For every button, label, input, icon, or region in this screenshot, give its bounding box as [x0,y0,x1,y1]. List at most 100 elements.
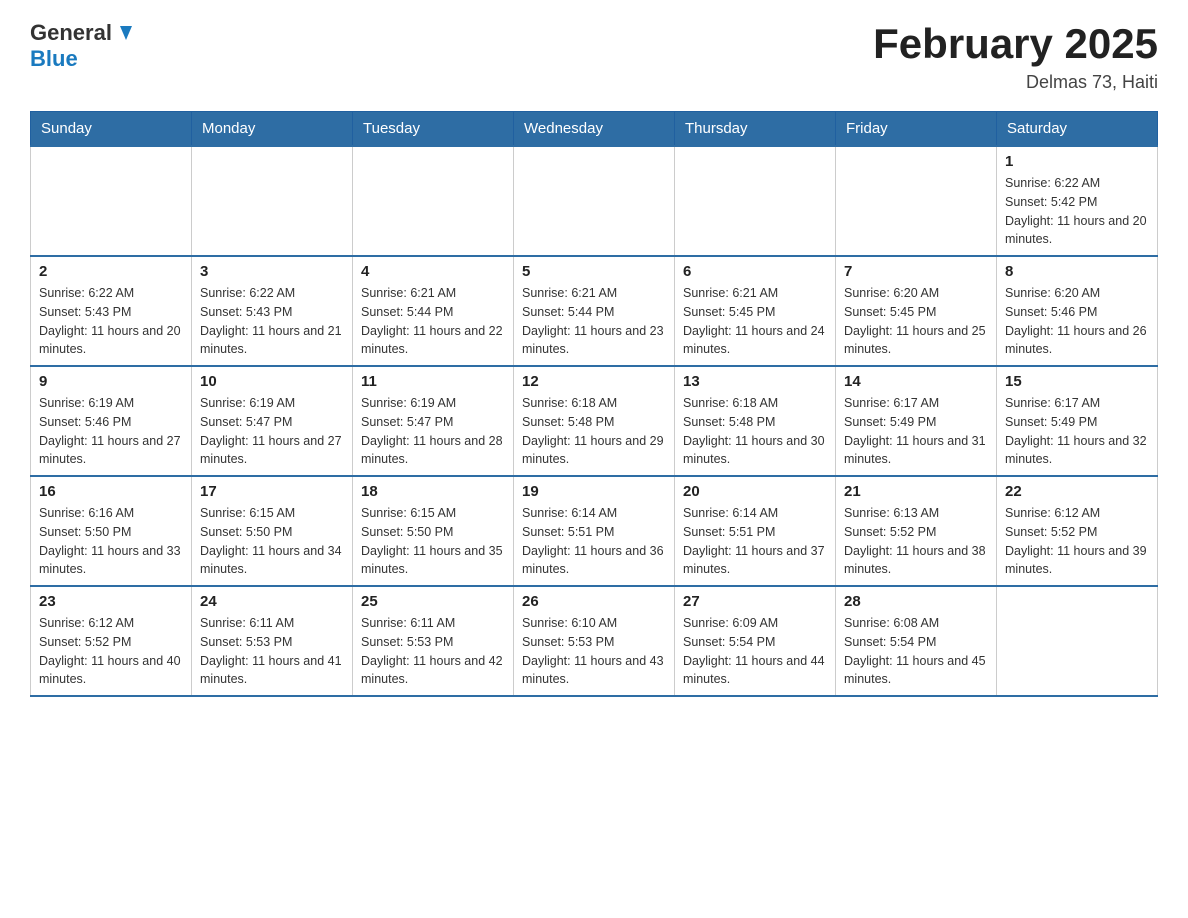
calendar-day-cell: 11 Sunrise: 6:19 AM Sunset: 5:47 PM Dayli… [353,366,514,476]
calendar-day-cell: 27 Sunrise: 6:09 AM Sunset: 5:54 PM Dayli… [675,586,836,696]
day-info: Sunrise: 6:14 AM Sunset: 5:51 PM Dayligh… [522,504,666,579]
day-info: Sunrise: 6:11 AM Sunset: 5:53 PM Dayligh… [361,614,505,689]
calendar-day-cell: 2Sunrise: 6:22 AM Sunset: 5:43 PM Daylig… [31,256,192,366]
day-of-week-header: Thursday [675,112,836,147]
calendar-day-cell: 3 Sunrise: 6:22 AM Sunset: 5:43 PM Daylig… [192,256,353,366]
calendar-day-cell [31,146,192,256]
day-info: Sunrise: 6:20 AM Sunset: 5:45 PM Dayligh… [844,284,988,359]
day-number: 6 [683,263,827,280]
day-info: Sunrise: 6:19 AM Sunset: 5:46 PM Dayligh… [39,394,183,469]
calendar-day-cell: 23 Sunrise: 6:12 AM Sunset: 5:52 PM Dayli… [31,586,192,696]
day-info: Sunrise: 6:20 AM Sunset: 5:46 PM Dayligh… [1005,284,1149,359]
day-of-week-header: Monday [192,112,353,147]
calendar-day-cell: 19 Sunrise: 6:14 AM Sunset: 5:51 PM Dayli… [514,476,675,586]
day-number: 1 [1005,153,1149,170]
day-info: Sunrise: 6:12 AM Sunset: 5:52 PM Dayligh… [39,614,183,689]
calendar-header-row: SundayMondayTuesdayWednesdayThursdayFrid… [31,112,1158,147]
calendar-day-cell: 14 Sunrise: 6:17 AM Sunset: 5:49 PM Dayli… [836,366,997,476]
logo-triangle-icon [114,22,136,44]
calendar-day-cell: 9 Sunrise: 6:19 AM Sunset: 5:46 PM Daylig… [31,366,192,476]
page-header: General Blue February 2025 Delmas 73, Ha… [30,20,1158,93]
calendar-day-cell: 26 Sunrise: 6:10 AM Sunset: 5:53 PM Dayli… [514,586,675,696]
day-number: 27 [683,593,827,610]
calendar-day-cell: 17 Sunrise: 6:15 AM Sunset: 5:50 PM Dayli… [192,476,353,586]
day-info: Sunrise: 6:12 AM Sunset: 5:52 PM Dayligh… [1005,504,1149,579]
day-number: 28 [844,593,988,610]
calendar-day-cell: 8 Sunrise: 6:20 AM Sunset: 5:46 PM Daylig… [997,256,1158,366]
calendar-day-cell: 21 Sunrise: 6:13 AM Sunset: 5:52 PM Dayli… [836,476,997,586]
day-info: Sunrise: 6:19 AM Sunset: 5:47 PM Dayligh… [361,394,505,469]
day-of-week-header: Sunday [31,112,192,147]
day-info: Sunrise: 6:18 AM Sunset: 5:48 PM Dayligh… [522,394,666,469]
logo: General Blue [30,20,136,72]
calendar-day-cell [997,586,1158,696]
day-info: Sunrise: 6:10 AM Sunset: 5:53 PM Dayligh… [522,614,666,689]
day-number: 14 [844,373,988,390]
day-of-week-header: Saturday [997,112,1158,147]
day-number: 9 [39,373,183,390]
calendar-day-cell [192,146,353,256]
calendar-day-cell: 6 Sunrise: 6:21 AM Sunset: 5:45 PM Daylig… [675,256,836,366]
calendar-day-cell: 1Sunrise: 6:22 AM Sunset: 5:42 PM Daylig… [997,146,1158,256]
calendar-day-cell [836,146,997,256]
calendar-week-row: 23 Sunrise: 6:12 AM Sunset: 5:52 PM Dayli… [31,586,1158,696]
day-number: 7 [844,263,988,280]
day-number: 4 [361,263,505,280]
day-info: Sunrise: 6:08 AM Sunset: 5:54 PM Dayligh… [844,614,988,689]
calendar-day-cell: 25 Sunrise: 6:11 AM Sunset: 5:53 PM Dayli… [353,586,514,696]
calendar-day-cell: 16Sunrise: 6:16 AM Sunset: 5:50 PM Dayli… [31,476,192,586]
logo-blue-text: Blue [30,46,136,72]
day-number: 25 [361,593,505,610]
day-info: Sunrise: 6:11 AM Sunset: 5:53 PM Dayligh… [200,614,344,689]
day-info: Sunrise: 6:14 AM Sunset: 5:51 PM Dayligh… [683,504,827,579]
day-number: 8 [1005,263,1149,280]
day-number: 2 [39,263,183,280]
day-info: Sunrise: 6:21 AM Sunset: 5:44 PM Dayligh… [522,284,666,359]
calendar-day-cell: 28 Sunrise: 6:08 AM Sunset: 5:54 PM Dayli… [836,586,997,696]
day-info: Sunrise: 6:22 AM Sunset: 5:43 PM Dayligh… [200,284,344,359]
calendar-day-cell: 13Sunrise: 6:18 AM Sunset: 5:48 PM Dayli… [675,366,836,476]
day-number: 22 [1005,483,1149,500]
day-number: 26 [522,593,666,610]
day-info: Sunrise: 6:15 AM Sunset: 5:50 PM Dayligh… [200,504,344,579]
day-number: 15 [1005,373,1149,390]
day-number: 17 [200,483,344,500]
day-number: 19 [522,483,666,500]
day-info: Sunrise: 6:15 AM Sunset: 5:50 PM Dayligh… [361,504,505,579]
calendar-day-cell: 12Sunrise: 6:18 AM Sunset: 5:48 PM Dayli… [514,366,675,476]
day-info: Sunrise: 6:13 AM Sunset: 5:52 PM Dayligh… [844,504,988,579]
day-info: Sunrise: 6:19 AM Sunset: 5:47 PM Dayligh… [200,394,344,469]
day-info: Sunrise: 6:21 AM Sunset: 5:44 PM Dayligh… [361,284,505,359]
day-number: 24 [200,593,344,610]
day-of-week-header: Tuesday [353,112,514,147]
day-number: 11 [361,373,505,390]
day-number: 3 [200,263,344,280]
day-info: Sunrise: 6:17 AM Sunset: 5:49 PM Dayligh… [844,394,988,469]
day-info: Sunrise: 6:09 AM Sunset: 5:54 PM Dayligh… [683,614,827,689]
calendar-day-cell: 7 Sunrise: 6:20 AM Sunset: 5:45 PM Daylig… [836,256,997,366]
calendar-day-cell [675,146,836,256]
calendar-day-cell: 22 Sunrise: 6:12 AM Sunset: 5:52 PM Dayli… [997,476,1158,586]
day-number: 18 [361,483,505,500]
day-info: Sunrise: 6:21 AM Sunset: 5:45 PM Dayligh… [683,284,827,359]
calendar-day-cell: 24 Sunrise: 6:11 AM Sunset: 5:53 PM Dayli… [192,586,353,696]
day-info: Sunrise: 6:16 AM Sunset: 5:50 PM Dayligh… [39,504,183,579]
day-number: 23 [39,593,183,610]
calendar-day-cell: 10 Sunrise: 6:19 AM Sunset: 5:47 PM Dayli… [192,366,353,476]
calendar-week-row: 1Sunrise: 6:22 AM Sunset: 5:42 PM Daylig… [31,146,1158,256]
calendar-week-row: 16Sunrise: 6:16 AM Sunset: 5:50 PM Dayli… [31,476,1158,586]
calendar-table: SundayMondayTuesdayWednesdayThursdayFrid… [30,111,1158,697]
calendar-week-row: 2 Sunrise: 6:22 AM Sunset: 5:43 PM Daylig… [31,256,1158,366]
day-info: Sunrise: 6:17 AM Sunset: 5:49 PM Dayligh… [1005,394,1149,469]
day-number: 10 [200,373,344,390]
calendar-day-cell: 15 Sunrise: 6:17 AM Sunset: 5:49 PM Dayli… [997,366,1158,476]
calendar-day-cell: 4 Sunrise: 6:21 AM Sunset: 5:44 PM Daylig… [353,256,514,366]
calendar-day-cell: 18 Sunrise: 6:15 AM Sunset: 5:50 PM Dayli… [353,476,514,586]
calendar-day-cell: 5Sunrise: 6:21 AM Sunset: 5:44 PM Daylig… [514,256,675,366]
logo-general-text: General [30,20,112,46]
calendar-day-cell [514,146,675,256]
month-title: February 2025 [873,20,1158,68]
day-number: 21 [844,483,988,500]
calendar-week-row: 9 Sunrise: 6:19 AM Sunset: 5:46 PM Daylig… [31,366,1158,476]
title-section: February 2025 Delmas 73, Haiti [873,20,1158,93]
